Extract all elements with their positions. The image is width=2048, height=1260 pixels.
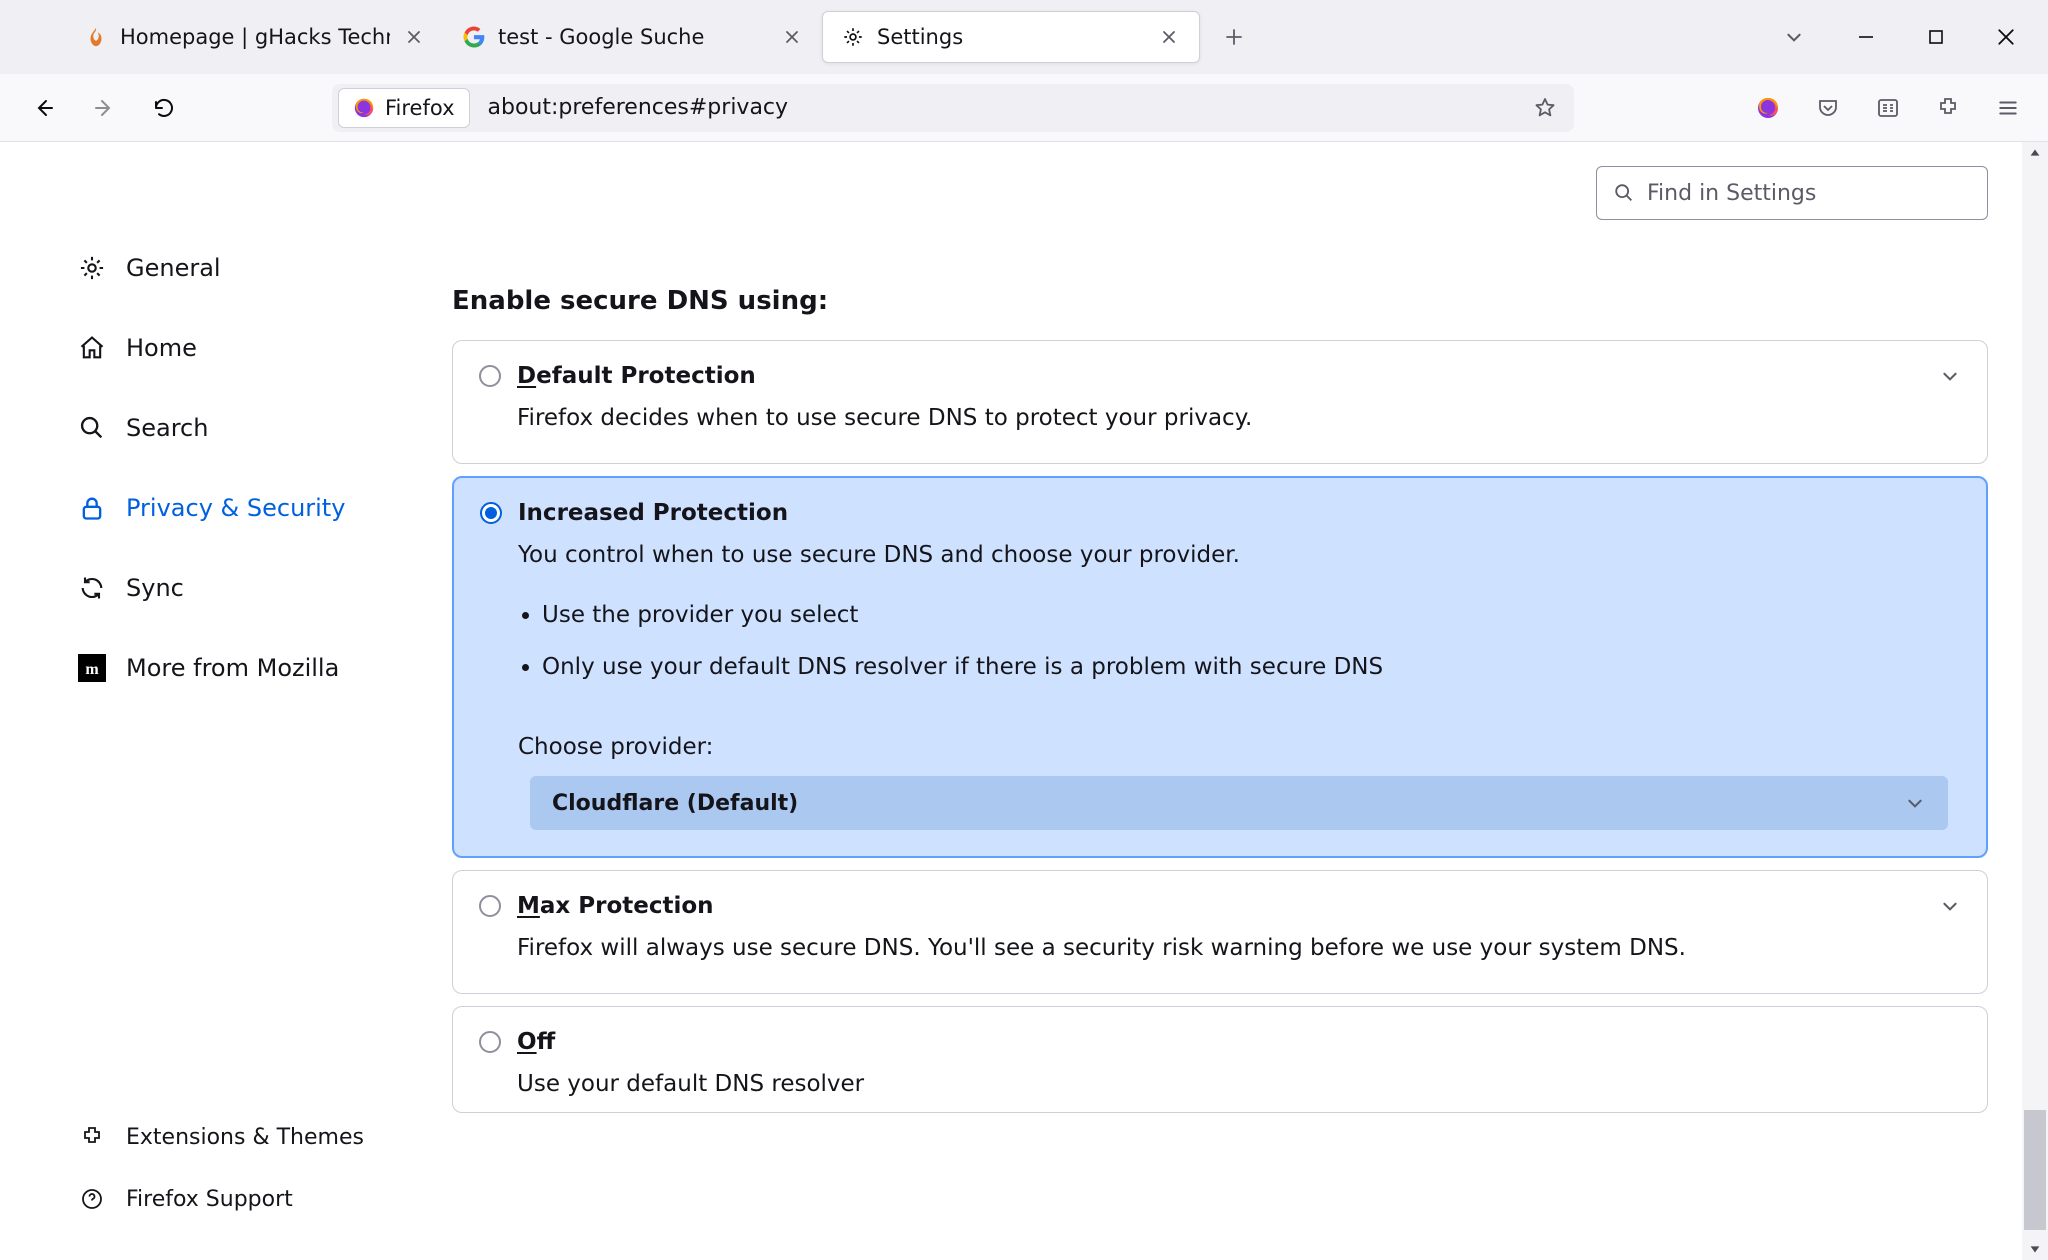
tabs-overflow-button[interactable]	[1774, 17, 1814, 57]
sidebar-item-label: Firefox Support	[126, 1187, 293, 1212]
forward-button[interactable]	[82, 86, 126, 130]
search-icon	[78, 414, 106, 442]
section-title: Enable secure DNS using:	[452, 286, 1988, 316]
option-label: Off	[517, 1029, 555, 1055]
radio-max[interactable]	[479, 895, 501, 917]
option-bullet: Only use your default DNS resolver if th…	[542, 647, 1960, 688]
chevron-down-icon	[1904, 792, 1926, 814]
close-icon[interactable]	[402, 25, 426, 49]
radio-increased[interactable]	[480, 502, 502, 524]
new-tab-button[interactable]	[1212, 15, 1256, 59]
tab-ghacks[interactable]: Homepage | gHacks Technology	[66, 11, 444, 63]
minimize-button[interactable]	[1848, 19, 1884, 55]
firefox-account-button[interactable]	[1750, 90, 1786, 126]
close-icon[interactable]	[1157, 25, 1181, 49]
scroll-up-icon[interactable]	[2028, 146, 2042, 160]
mozilla-icon: m	[78, 654, 106, 682]
option-description: Firefox decides when to use secure DNS t…	[517, 401, 1961, 437]
sidebar-item-privacy[interactable]: Privacy & Security	[72, 478, 422, 538]
sync-icon	[78, 574, 106, 602]
sidebar-item-label: General	[126, 254, 221, 282]
sidebar-item-sync[interactable]: Sync	[72, 558, 422, 618]
identity-box[interactable]: Firefox	[338, 88, 470, 128]
svg-text:m: m	[85, 661, 99, 678]
choose-provider-label: Choose provider:	[518, 734, 1960, 760]
sidebar-link-support[interactable]: Firefox Support	[72, 1174, 422, 1224]
dns-option-default[interactable]: Default Protection Firefox decides when …	[452, 340, 1988, 464]
chevron-down-icon[interactable]	[1939, 365, 1961, 387]
close-window-button[interactable]	[1988, 19, 2024, 55]
sidebar-item-more-mozilla[interactable]: m More from Mozilla	[72, 638, 422, 698]
option-label: Increased Protection	[518, 500, 788, 526]
option-description: You control when to use secure DNS and c…	[518, 538, 1960, 574]
sidebar-item-label: More from Mozilla	[126, 654, 339, 682]
sidebar-item-search[interactable]: Search	[72, 398, 422, 458]
back-button[interactable]	[22, 86, 66, 130]
option-description: Firefox will always use secure DNS. You'…	[517, 931, 1961, 967]
extensions-icon[interactable]	[1930, 90, 1966, 126]
settings-sidebar: General Home Search Privacy & Security S…	[0, 142, 452, 1260]
scroll-thumb[interactable]	[2024, 1110, 2046, 1230]
sidebar-item-label: Home	[126, 334, 197, 362]
pocket-icon[interactable]	[1810, 90, 1846, 126]
bookmark-star-button[interactable]	[1524, 87, 1566, 129]
tab-settings[interactable]: Settings	[822, 11, 1200, 63]
provider-select[interactable]: Cloudflare (Default)	[530, 776, 1948, 830]
option-label: Max Protection	[517, 893, 714, 919]
provider-selected-value: Cloudflare (Default)	[552, 791, 798, 816]
lock-icon	[78, 494, 106, 522]
sidebar-item-label: Sync	[126, 574, 184, 602]
option-bullets: Use the provider you select Only use you…	[542, 595, 1960, 688]
option-bullet: Use the provider you select	[542, 595, 1960, 636]
google-icon	[462, 25, 486, 49]
url-bar[interactable]: Firefox about:preferences#privacy	[332, 84, 1574, 132]
maximize-button[interactable]	[1918, 19, 1954, 55]
tab-strip: Homepage | gHacks Technology test - Goog…	[0, 0, 2048, 74]
toolbar-right	[1750, 90, 2026, 126]
tab-label: test - Google Suche	[498, 25, 768, 49]
navigation-toolbar: Firefox about:preferences#privacy	[0, 74, 2048, 142]
help-icon	[78, 1185, 106, 1213]
sidebar-item-label: Extensions & Themes	[126, 1125, 364, 1150]
gear-icon	[78, 254, 106, 282]
tab-label: Settings	[877, 25, 1145, 49]
sidebar-item-general[interactable]: General	[72, 238, 422, 298]
dns-option-increased[interactable]: Increased Protection You control when to…	[452, 476, 1988, 858]
scroll-down-icon[interactable]	[2028, 1242, 2042, 1256]
url-text: about:preferences#privacy	[470, 95, 1524, 120]
firefox-icon	[353, 97, 375, 119]
content-area: General Home Search Privacy & Security S…	[0, 142, 2048, 1260]
dns-option-off[interactable]: Off Use your default DNS resolver	[452, 1006, 1988, 1114]
chevron-down-icon[interactable]	[1939, 895, 1961, 917]
settings-main: Find in Settings Enable secure DNS using…	[452, 142, 2048, 1260]
flame-icon	[84, 25, 108, 49]
close-icon[interactable]	[780, 25, 804, 49]
reload-button[interactable]	[142, 86, 186, 130]
dns-option-max[interactable]: Max Protection Firefox will always use s…	[452, 870, 1988, 994]
window-controls	[1848, 19, 2024, 55]
radio-default[interactable]	[479, 365, 501, 387]
settings-search-input[interactable]: Find in Settings	[1596, 166, 1988, 220]
option-description: Use your default DNS resolver	[517, 1067, 1961, 1103]
radio-off[interactable]	[479, 1031, 501, 1053]
sidebar-item-label: Search	[126, 414, 208, 442]
puzzle-icon	[78, 1123, 106, 1151]
gear-icon	[841, 25, 865, 49]
search-icon	[1613, 182, 1635, 204]
sidebar-item-home[interactable]: Home	[72, 318, 422, 378]
scrollbar[interactable]	[2022, 142, 2048, 1260]
tab-label: Homepage | gHacks Technology	[120, 25, 390, 49]
sidebar-link-extensions[interactable]: Extensions & Themes	[72, 1112, 422, 1162]
sidebar-item-label: Privacy & Security	[126, 494, 345, 522]
identity-label: Firefox	[385, 96, 455, 120]
reader-view-icon[interactable]	[1870, 90, 1906, 126]
home-icon	[78, 334, 106, 362]
search-placeholder: Find in Settings	[1647, 181, 1816, 206]
tab-google[interactable]: test - Google Suche	[444, 11, 822, 63]
option-label: Default Protection	[517, 363, 756, 389]
app-menu-button[interactable]	[1990, 90, 2026, 126]
